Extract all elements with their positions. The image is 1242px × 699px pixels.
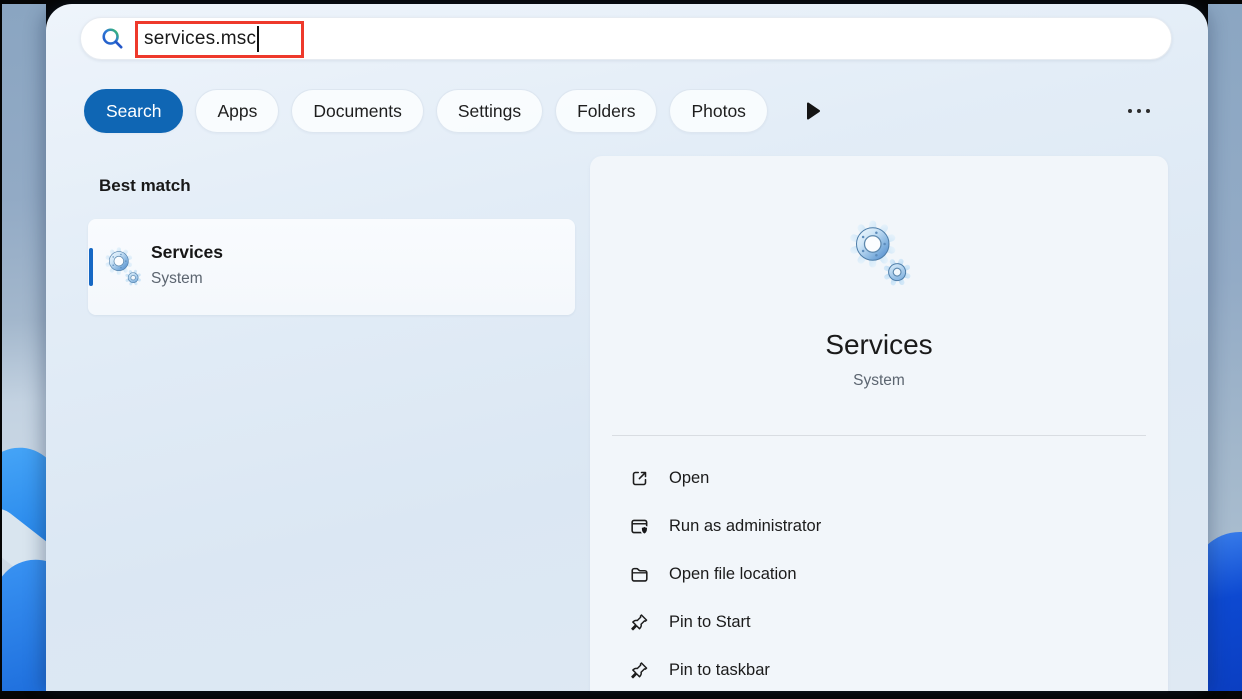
ellipsis-icon	[1128, 109, 1132, 113]
folder-icon	[631, 567, 648, 582]
tab-search[interactable]: Search	[84, 89, 184, 133]
action-run-as-administrator[interactable]: Run as administrator	[590, 502, 1168, 550]
search-flyout: services.msc Search Apps Documents Setti…	[46, 4, 1208, 691]
run-as-admin-icon	[631, 519, 649, 535]
tab-folders[interactable]: Folders	[555, 89, 658, 133]
tab-label: Folders	[577, 100, 636, 121]
result-subtitle: System	[151, 270, 203, 287]
best-match-result[interactable]: Services System	[88, 219, 575, 315]
services-gears-icon	[839, 214, 919, 294]
search-bar[interactable]: services.msc	[80, 17, 1172, 60]
action-pin-to-taskbar[interactable]: Pin to taskbar	[590, 646, 1168, 694]
search-icon	[102, 28, 123, 49]
action-label: Open file location	[669, 564, 797, 583]
action-list: Open Run as administrator Open file loca…	[590, 454, 1168, 694]
desktop-wallpaper-left	[2, 4, 46, 691]
wallpaper-ribbon	[2, 542, 46, 691]
tab-label: Documents	[313, 100, 402, 121]
divider	[612, 435, 1146, 436]
tab-label: Apps	[217, 100, 258, 121]
action-pin-to-start[interactable]: Pin to Start	[590, 598, 1168, 646]
action-open[interactable]: Open	[590, 454, 1168, 502]
tab-photos[interactable]: Photos	[669, 89, 768, 133]
selection-accent-bar	[89, 248, 93, 286]
pin-icon	[631, 661, 648, 678]
open-icon	[632, 471, 647, 485]
action-label: Pin to taskbar	[669, 660, 770, 679]
preview-title: Services	[825, 329, 933, 360]
ellipsis-icon	[1137, 109, 1141, 113]
more-filters-button[interactable]	[805, 101, 821, 121]
result-title: Services	[151, 242, 224, 262]
wallpaper-ribbon	[1208, 532, 1242, 691]
action-open-file-location[interactable]: Open file location	[590, 550, 1168, 598]
filter-tabs: Search Apps Documents Settings Folders P…	[84, 89, 1170, 133]
tab-label: Photos	[691, 100, 746, 121]
ellipsis-icon	[1146, 109, 1150, 113]
tab-label: Settings	[457, 100, 522, 121]
desktop-wallpaper-right	[1208, 4, 1242, 691]
pin-icon	[631, 613, 648, 630]
options-button[interactable]	[1122, 103, 1156, 119]
tab-label: Search	[106, 100, 162, 121]
tab-documents[interactable]: Documents	[291, 89, 424, 133]
play-arrow-icon	[806, 102, 820, 120]
best-match-heading: Best match	[99, 176, 191, 195]
text-caret	[257, 25, 260, 52]
action-label: Run as administrator	[669, 516, 822, 535]
action-label: Pin to Start	[669, 612, 751, 631]
tab-apps[interactable]: Apps	[195, 89, 280, 133]
services-gears-icon	[99, 244, 146, 291]
preview-subtitle: System	[853, 372, 905, 389]
tab-settings[interactable]: Settings	[435, 89, 544, 133]
windows-search-screen: services.msc Search Apps Documents Setti…	[0, 0, 1242, 699]
preview-panel: Services System Open Run as administrato…	[590, 156, 1168, 691]
action-label: Open	[669, 468, 710, 487]
search-input[interactable]: services.msc	[144, 28, 256, 50]
